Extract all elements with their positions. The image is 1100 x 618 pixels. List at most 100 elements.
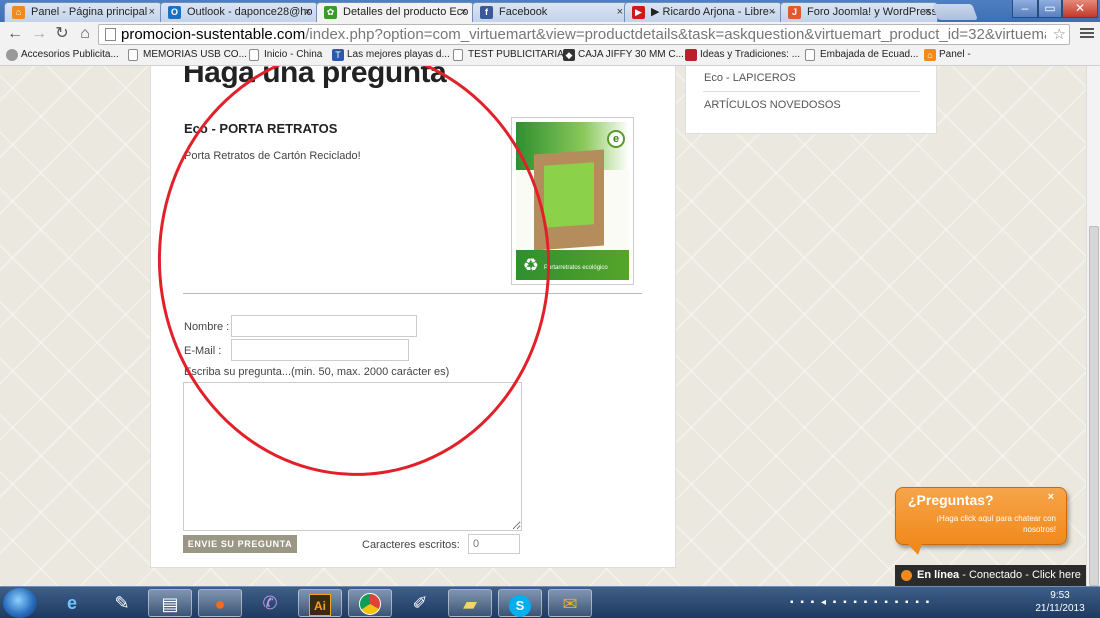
- system-tray[interactable]: ▪ ▪ ▪ ◂ ▪ ▪ ▪ ▪ ▪ ▪ ▪ ▪ ▪ ▪: [790, 597, 931, 608]
- vertical-scrollbar[interactable]: [1086, 66, 1100, 586]
- close-window-icon[interactable]: ✕: [1062, 0, 1098, 18]
- tab-product-details[interactable]: ✿ Detalles del producto Eco ×: [316, 2, 474, 23]
- tab-forum[interactable]: J Foro Joomla! y WordPress ×: [780, 2, 938, 22]
- car-icon: ◆: [563, 49, 575, 61]
- page-icon: [249, 49, 259, 61]
- bookmark-item[interactable]: TEST PUBLICITARIA: [453, 49, 564, 61]
- leaf-icon: ✿: [324, 6, 337, 19]
- status-dot-icon: [901, 570, 912, 581]
- close-icon[interactable]: ×: [617, 3, 623, 21]
- home-icon[interactable]: ⌂: [76, 25, 94, 43]
- image-caption: Portarretratos ecológico: [544, 265, 608, 271]
- close-icon[interactable]: ×: [925, 3, 931, 21]
- sidebar-divider: [703, 91, 920, 92]
- panel-icon: ⌂: [12, 6, 25, 19]
- menu-icon[interactable]: [1080, 26, 1094, 42]
- sidebar-item-lapiceros[interactable]: Eco - LAPICEROS: [704, 72, 796, 84]
- scrollbar-thumb[interactable]: [1089, 226, 1099, 586]
- explorer-icon[interactable]: ▤: [148, 589, 192, 617]
- reload-icon[interactable]: ↻: [53, 25, 71, 43]
- start-button[interactable]: [3, 588, 37, 618]
- tab-outlook[interactable]: O Outlook - daponce28@ho ×: [160, 2, 318, 22]
- close-icon[interactable]: ×: [305, 3, 311, 21]
- question-textarea[interactable]: [183, 382, 522, 531]
- close-icon[interactable]: ×: [149, 3, 155, 21]
- browser-toolbar: ← → ↻ ⌂ promocion-sustentable.com/index.…: [0, 22, 1100, 46]
- page-icon: [128, 49, 138, 61]
- youtube-icon: ▶: [632, 6, 645, 19]
- eco-logo-icon: e: [607, 130, 625, 148]
- skype-icon[interactable]: S: [498, 589, 542, 617]
- paint-brush-icon[interactable]: ✐: [398, 589, 442, 617]
- tab-strip: ⌂ Panel - Página principal × O Outlook -…: [0, 0, 1100, 23]
- chars-counter: [468, 534, 520, 554]
- ie-icon[interactable]: e: [50, 589, 94, 617]
- name-label: Nombre :: [184, 321, 230, 333]
- viber-icon[interactable]: ✆: [248, 589, 292, 617]
- product-description: Porta Retratos de Cartón Reciclado!: [184, 150, 361, 162]
- tt-icon: T: [332, 49, 344, 61]
- outlook-icon: O: [168, 6, 181, 19]
- url-text[interactable]: promocion-sustentable.com/index.php?opti…: [121, 26, 1046, 44]
- clock[interactable]: 9:53 21/11/2013: [1030, 589, 1090, 615]
- folder-icon[interactable]: ▰: [448, 589, 492, 617]
- outlook-icon[interactable]: ✉: [548, 589, 592, 617]
- page-title: Haga una pregunta: [183, 66, 447, 89]
- minimize-icon[interactable]: –: [1012, 0, 1038, 18]
- tab-label: Facebook: [499, 6, 548, 18]
- close-icon[interactable]: ×: [769, 3, 775, 21]
- panel-icon: ⌂: [924, 49, 936, 61]
- facebook-icon: f: [480, 6, 493, 19]
- chat-status-bar[interactable]: En línea - Conectado - Click here to: [895, 565, 1087, 586]
- chat-title: ¿Preguntas?: [908, 492, 994, 508]
- chars-label: Caracteres escritos:: [362, 539, 460, 551]
- bookmark-item[interactable]: Embajada de Ecuad...: [805, 49, 918, 61]
- bookmark-item[interactable]: Inicio - China: [249, 49, 322, 61]
- recycle-icon: ♻: [522, 255, 540, 275]
- new-tab-button[interactable]: [932, 4, 978, 20]
- chat-bubble[interactable]: ¿Preguntas? × ¡Haga click aquí para chat…: [895, 487, 1067, 555]
- send-question-button[interactable]: ENVIE SU PREGUNTA: [183, 535, 297, 553]
- bookmark-item[interactable]: Ideas y Tradiciones: ...: [685, 49, 800, 61]
- bookmarks-bar: Accesorios Publicita... MEMORIAS USB CO.…: [0, 46, 1100, 66]
- tab-label: Foro Joomla! y WordPress: [807, 6, 938, 18]
- back-arrow-icon[interactable]: ←: [6, 25, 24, 43]
- tab-facebook[interactable]: f Facebook ×: [472, 2, 630, 22]
- firefox-icon[interactable]: ●: [198, 589, 242, 617]
- maximize-icon[interactable]: ▭: [1038, 0, 1062, 18]
- email-input[interactable]: [231, 339, 409, 361]
- globe-icon: [6, 49, 18, 61]
- flag-icon: [685, 49, 697, 61]
- forum-icon: J: [788, 6, 801, 19]
- tab-label: ▶ Ricardo Arjona - Libre -: [651, 6, 776, 18]
- sidebar-item-novedosos[interactable]: ARTÍCULOS NOVEDOSOS: [704, 99, 841, 111]
- page-icon: [105, 28, 116, 41]
- taskbar: e ✎ ▤ ● ✆ Ai ✐ ▰ S ✉ ▪ ▪ ▪ ◂ ▪ ▪ ▪ ▪ ▪ ▪…: [0, 586, 1100, 618]
- bookmark-item[interactable]: T Las mejores playas d...: [332, 49, 450, 61]
- bookmark-item[interactable]: MEMORIAS USB CO...: [128, 49, 247, 61]
- paint-icon[interactable]: ✎: [100, 589, 144, 617]
- tab-label: Detalles del producto Eco: [343, 6, 469, 18]
- forward-arrow-icon[interactable]: →: [30, 25, 48, 43]
- tab-youtube[interactable]: ▶ ▶ Ricardo Arjona - Libre - ×: [624, 2, 782, 22]
- question-label: Escriba su pregunta...(min. 50, max. 200…: [184, 366, 450, 378]
- close-icon[interactable]: ×: [1048, 491, 1054, 503]
- divider: [183, 293, 642, 294]
- address-bar[interactable]: promocion-sustentable.com/index.php?opti…: [98, 24, 1070, 45]
- email-label: E-Mail :: [184, 345, 222, 357]
- close-icon[interactable]: ×: [461, 3, 467, 21]
- tab-label: Outlook - daponce28@ho: [187, 6, 313, 18]
- product-image[interactable]: e ♻ Portarretratos ecológico: [511, 117, 634, 285]
- name-input[interactable]: [231, 315, 417, 337]
- bookmark-item[interactable]: ◆ CAJA JIFFY 30 MM C...: [563, 49, 684, 61]
- chat-subtitle: ¡Haga click aquí para chatear con nosotr…: [936, 514, 1056, 534]
- illustrator-icon[interactable]: Ai: [298, 589, 342, 617]
- product-name: Eco - PORTA RETRATOS: [184, 121, 338, 136]
- chrome-icon[interactable]: [348, 589, 392, 617]
- tab-panel[interactable]: ⌂ Panel - Página principal ×: [4, 2, 162, 22]
- page-icon: [805, 49, 815, 61]
- web-page: Haga una pregunta Eco - PORTA RETRATOS P…: [0, 66, 1100, 586]
- bookmark-star-icon[interactable]: ☆: [1053, 25, 1066, 43]
- bookmark-item[interactable]: Accesorios Publicita...: [6, 49, 119, 61]
- bookmark-item[interactable]: ⌂ Panel -: [924, 49, 971, 61]
